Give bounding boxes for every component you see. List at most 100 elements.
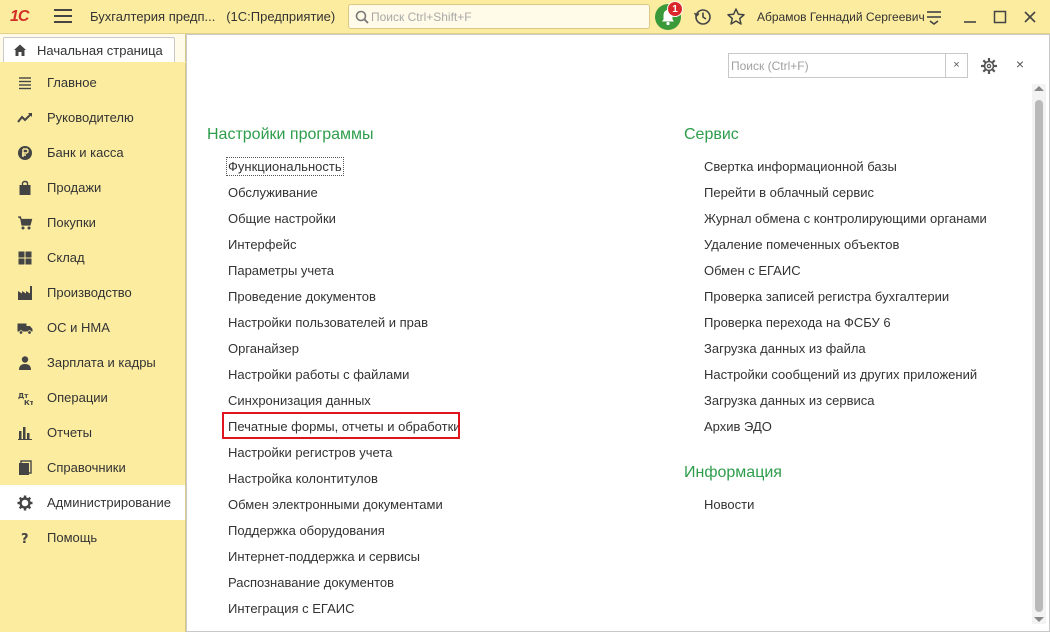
sidebar-item-label: Зарплата и кадры: [47, 355, 156, 370]
panel-search[interactable]: ×: [728, 53, 968, 78]
sidebar-item-purchases[interactable]: Покупки: [0, 205, 185, 240]
sidebar-item-fixed-assets[interactable]: ОС и НМА: [0, 310, 185, 345]
sidebar-item-label: ОС и НМА: [47, 320, 110, 335]
sidebar-item-label: Продажи: [47, 180, 102, 195]
link-data-sync[interactable]: Синхронизация данных: [228, 393, 371, 408]
minimize-icon[interactable]: [960, 7, 980, 27]
sidebar-item-label: Операции: [47, 390, 108, 405]
scroll-thumb[interactable]: [1035, 100, 1043, 612]
sidebar-item-warehouse[interactable]: Склад: [0, 240, 185, 275]
link-edo-archive[interactable]: Архив ЭДО: [704, 419, 772, 434]
sidebar-item-directories[interactable]: Справочники: [0, 450, 185, 485]
section-title-program-settings: Настройки программы: [207, 126, 374, 143]
close-panel-button[interactable]: ×: [1013, 57, 1027, 71]
app-logo: 1С: [10, 8, 29, 25]
settings-menu-icon[interactable]: [924, 7, 944, 27]
link-document-recognition[interactable]: Распознавание документов: [228, 575, 394, 590]
link-load-from-service[interactable]: Загрузка данных из сервиса: [704, 393, 875, 408]
section-title-information: Информация: [684, 464, 782, 481]
sidebar-item-bank[interactable]: Банк и касса: [0, 135, 185, 170]
link-equipment-support[interactable]: Поддержка оборудования: [228, 523, 385, 538]
sidebar-item-reports[interactable]: Отчеты: [0, 415, 185, 450]
main-scrollbar[interactable]: [1032, 84, 1046, 624]
trend-up-icon: [17, 113, 32, 123]
link-functionality[interactable]: Функциональность: [226, 157, 344, 176]
gear-icon: [17, 495, 33, 511]
link-cloud-service[interactable]: Перейти в облачный сервис: [704, 185, 874, 200]
link-check-register-records[interactable]: Проверка записей регистра бухгалтерии: [704, 289, 949, 304]
bar-chart-icon: [18, 427, 32, 440]
debit-credit-icon: ДтКт: [18, 392, 33, 406]
link-app-message-settings[interactable]: Настройки сообщений из других приложений: [704, 367, 977, 382]
ruble-coin-icon: [18, 146, 32, 160]
star-icon[interactable]: [726, 7, 746, 27]
scroll-up-icon[interactable]: [1034, 86, 1044, 91]
cart-icon: [18, 216, 33, 230]
section-title-service: Сервис: [684, 126, 739, 143]
link-register-settings[interactable]: Настройки регистров учета: [228, 445, 392, 460]
question-icon: ?: [21, 532, 29, 546]
sidebar-item-label: Помощь: [47, 530, 98, 545]
search-icon: [355, 10, 369, 24]
link-accounting-parameters[interactable]: Параметры учета: [228, 263, 334, 278]
link-load-from-file[interactable]: Загрузка данных из файла: [704, 341, 866, 356]
link-internet-support[interactable]: Интернет-поддержка и сервисы: [228, 549, 420, 564]
sidebar-item-label: Руководителю: [47, 110, 134, 125]
sidebar-item-label: Производство: [47, 285, 132, 300]
close-window-icon[interactable]: [1020, 7, 1040, 27]
shopping-bag-icon: [19, 180, 31, 195]
sidebar-item-label: Справочники: [47, 460, 126, 475]
link-maintenance[interactable]: Обслуживание: [228, 185, 318, 200]
global-search[interactable]: [348, 4, 650, 29]
scroll-down-icon[interactable]: [1034, 617, 1044, 622]
sidebar-item-operations[interactable]: Дт Кт Операции: [0, 380, 185, 415]
link-interface[interactable]: Интерфейс: [228, 237, 296, 252]
sidebar-item-label: Банк и касса: [47, 145, 124, 160]
user-name[interactable]: Абрамов Геннадий Сергеевич: [757, 10, 925, 24]
home-tab-label: Начальная страница: [37, 43, 163, 58]
home-tab-bar: Начальная страница: [0, 34, 186, 62]
sidebar-item-administration[interactable]: Администрирование: [0, 485, 185, 520]
main-menu-icon[interactable]: [54, 9, 72, 25]
sidebar-item-label: Склад: [47, 250, 85, 265]
link-organizer[interactable]: Органайзер: [228, 341, 299, 356]
home-tab[interactable]: Начальная страница: [3, 37, 175, 62]
menu-lines-icon: [19, 77, 31, 90]
panel-settings-icon[interactable]: [979, 56, 999, 76]
main-panel: × ×: [186, 34, 1050, 632]
sidebar-item-production[interactable]: Производство: [0, 275, 185, 310]
app-title: Бухгалтерия предп... (1С:Предприятие): [90, 9, 336, 24]
truck-icon: [17, 323, 33, 335]
link-delete-marked[interactable]: Удаление помеченных объектов: [704, 237, 899, 252]
link-news[interactable]: Новости: [704, 497, 754, 512]
sidebar-item-salary[interactable]: Зарплата и кадры: [0, 345, 185, 380]
svg-text:Кт: Кт: [24, 399, 33, 406]
link-database-rollup[interactable]: Свертка информационной базы: [704, 159, 897, 174]
factory-icon: [18, 286, 32, 300]
link-headers-footers[interactable]: Настройка колонтитулов: [228, 471, 378, 486]
maximize-icon[interactable]: [990, 7, 1010, 27]
history-icon[interactable]: [693, 7, 713, 27]
link-check-fsbu6[interactable]: Проверка перехода на ФСБУ 6: [704, 315, 891, 330]
link-egais-exchange[interactable]: Обмен с ЕГАИС: [704, 263, 801, 278]
panel-search-input[interactable]: [731, 57, 941, 75]
link-regulatory-exchange-log[interactable]: Журнал обмена с контролирующими органами: [704, 211, 987, 226]
sidebar-item-label: Администрирование: [47, 495, 171, 510]
link-file-settings[interactable]: Настройки работы с файлами: [228, 367, 409, 382]
sidebar-item-sales[interactable]: Продажи: [0, 170, 185, 205]
sidebar-item-help[interactable]: ? Помощь: [0, 520, 185, 555]
sidebar: Главное Руководителю Банк и касса Продаж…: [0, 63, 186, 632]
sidebar-item-main[interactable]: Главное: [0, 65, 185, 100]
notifications-badge: 1: [667, 1, 683, 17]
link-document-posting[interactable]: Проведение документов: [228, 289, 376, 304]
sidebar-item-manager[interactable]: Руководителю: [0, 100, 185, 135]
link-edi-exchange[interactable]: Обмен электронными документами: [228, 497, 443, 512]
clear-search-button[interactable]: ×: [945, 54, 967, 77]
link-general-settings[interactable]: Общие настройки: [228, 211, 336, 226]
highlight-box: [222, 412, 460, 439]
top-bar: 1С Бухгалтерия предп... (1С:Предприятие)…: [0, 0, 1050, 34]
link-egais-integration[interactable]: Интеграция с ЕГАИС: [228, 601, 354, 616]
link-users-rights[interactable]: Настройки пользователей и прав: [228, 315, 428, 330]
global-search-input[interactable]: [371, 8, 641, 26]
warehouse-icon: [18, 251, 32, 265]
